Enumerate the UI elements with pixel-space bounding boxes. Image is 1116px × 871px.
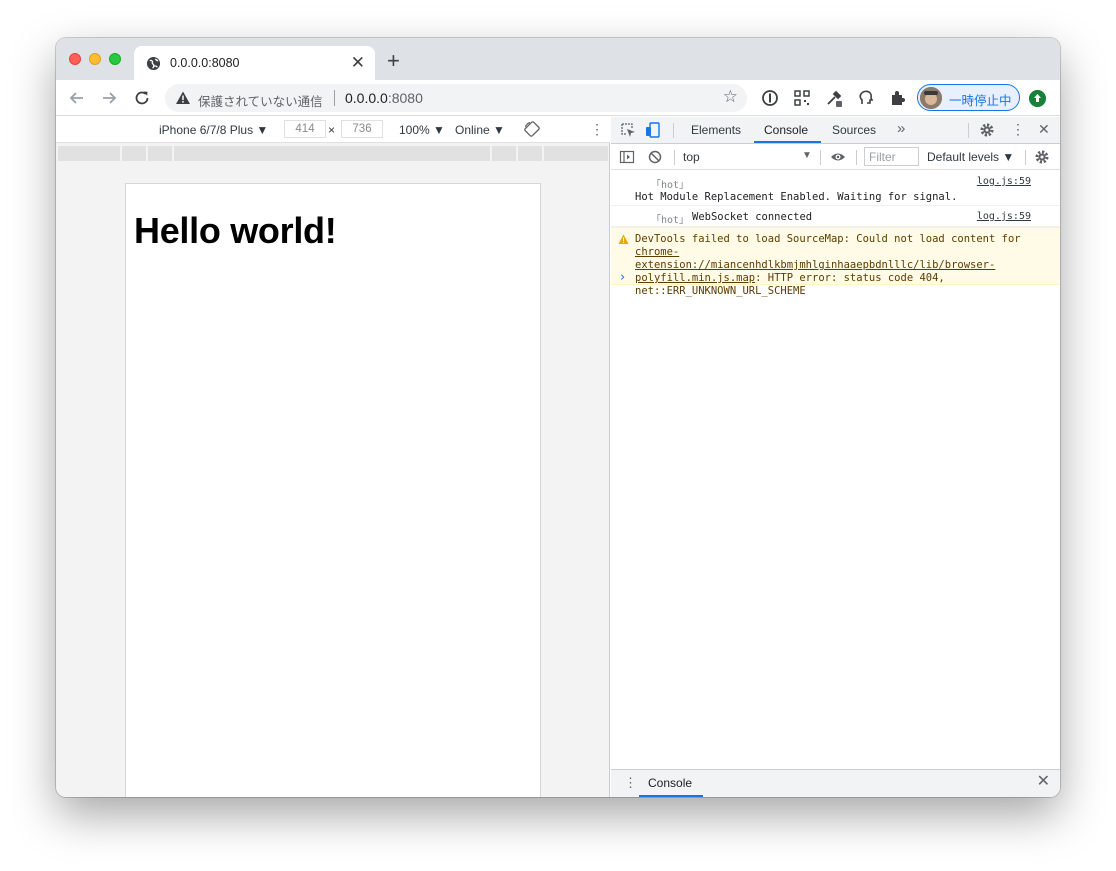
tab-close-icon[interactable]: ✕ [351,54,365,71]
browser-toolbar: 保護されていない通信 0.0.0.0:8080 ☆ 一時停止中 [56,80,1060,116]
extensions-puzzle-icon[interactable] [888,88,908,108]
ruler-divider [490,146,492,161]
emulated-page: Hello world! [125,183,541,797]
throttling-select[interactable]: Online ▼ [455,123,505,137]
message-tag: ｢hot｣ [656,215,685,226]
browser-window: 0.0.0.0:8080 ✕ + 保護されていない通信 0.0.0.0:8080… [56,38,1060,797]
maximize-window-button[interactable] [109,53,121,65]
message-text: Hot Module Replacement Enabled. Waiting … [635,191,958,203]
bookmark-star-icon[interactable]: ☆ [723,87,738,107]
device-select[interactable]: iPhone 6/7/8 Plus ▼ [159,123,268,137]
sidebar-toggle-icon[interactable] [619,149,635,165]
context-select[interactable]: top [683,150,700,164]
reload-button[interactable] [132,88,152,108]
close-drawer-icon[interactable]: ✕ [1037,774,1050,790]
omnibox-divider [334,90,335,106]
message-tag: ｢hot｣ [656,180,685,191]
back-button[interactable] [67,88,87,108]
device-width-input[interactable]: 414 [284,120,326,138]
devtools-tab-bar: Elements Console Sources » ⋮ ✕ [611,117,1060,144]
tab-sources[interactable]: Sources [832,123,876,137]
rotate-icon[interactable] [524,121,540,137]
device-more-options-icon[interactable]: ⋮ [590,121,604,137]
close-window-button[interactable] [69,53,81,65]
security-label[interactable]: 保護されていない通信 [198,91,323,110]
more-tabs-button[interactable]: » [897,120,905,137]
page-heading: Hello world! [134,210,337,251]
toolbar-divider [1025,150,1026,165]
minimize-window-button[interactable] [89,53,101,65]
ruler-divider [542,146,544,161]
toolbar-divider [820,150,821,165]
profile-button[interactable]: 一時停止中 [917,84,1020,111]
warning-text-part1: DevTools failed to load SourceMap: Could… [635,233,1021,245]
url-text[interactable]: 0.0.0.0:8080 [345,90,423,106]
qr-code-icon[interactable] [792,88,812,108]
globe-icon [146,56,161,71]
inspect-element-icon[interactable] [620,122,636,138]
log-levels-select[interactable]: Default levels ▼ [927,150,1014,164]
tab-strip: 0.0.0.0:8080 ✕ + [56,38,1060,80]
eyedropper-icon[interactable] [824,88,844,108]
source-link[interactable]: log.js:59 [977,211,1031,222]
live-expression-eye-icon[interactable] [830,149,846,165]
console-toolbar: top ▼ Filter Default levels ▼ [611,144,1060,170]
toolbar-divider [673,123,674,138]
media-query-ruler[interactable] [58,146,608,161]
address-bar[interactable]: 保護されていない通信 0.0.0.0:8080 ☆ [165,84,747,112]
active-tab-indicator [754,141,821,143]
device-emulation-pane: iPhone 6/7/8 Plus ▼ 414 × 736 100% ▼ Onl… [56,117,610,797]
ruler-divider [120,146,122,161]
customize-menu-icon[interactable]: ⋮ [1011,121,1025,138]
console-message: ｢hot｣ WebSocket connected log.js:59 [611,206,1060,227]
device-toolbar: iPhone 6/7/8 Plus ▼ 414 × 736 100% ▼ Onl… [56,117,610,143]
tab-elements[interactable]: Elements [691,123,741,137]
filter-input[interactable]: Filter [864,147,919,166]
source-link[interactable]: log.js:59 [977,176,1031,187]
device-height-input[interactable]: 736 [341,120,383,138]
warning-icon [618,234,629,244]
tab-title: 0.0.0.0:8080 [170,56,240,70]
clear-console-icon[interactable] [647,149,663,165]
toolbar-divider [856,150,857,165]
profile-status-label: 一時停止中 [949,94,1012,108]
message-text: WebSocket connected [692,211,813,223]
devtools-panel: Elements Console Sources » ⋮ ✕ top ▼ Fil… [611,117,1060,797]
url-port: :8080 [387,90,423,106]
tab-console[interactable]: Console [764,123,808,137]
warning-icon[interactable] [175,90,191,106]
zoom-select[interactable]: 100% ▼ [399,123,445,137]
settings-gear-icon[interactable] [979,122,995,138]
console-messages: ｢hot｣ log.js:59 Hot Module Replacement E… [611,171,1060,297]
active-drawer-tab-indicator [639,795,703,797]
drawer-menu-icon[interactable]: ⋮ [624,776,637,790]
console-settings-gear-icon[interactable] [1034,149,1050,165]
console-warning: DevTools failed to load SourceMap: Could… [611,227,1060,297]
url-host: 0.0.0.0 [345,90,388,106]
device-toggle-icon[interactable] [645,122,661,138]
ruler-divider [146,146,148,161]
toolbar-divider [968,123,969,138]
drawer-tab-console[interactable]: Console [648,776,692,790]
extension-head-icon[interactable] [856,88,876,108]
browser-tab[interactable]: 0.0.0.0:8080 ✕ [134,46,375,80]
console-prompt[interactable]: › [620,270,625,285]
chevron-down-icon[interactable]: ▼ [802,150,812,161]
extension-1password-icon[interactable] [760,88,780,108]
forward-button[interactable] [99,88,119,108]
ruler-divider [172,146,174,161]
devtools-drawer: ⋮ Console ✕ [611,769,1060,797]
toolbar-divider [674,150,675,165]
new-tab-button[interactable]: + [387,50,400,72]
warning-text: DevTools failed to load SourceMap: Could… [635,233,1035,298]
console-message: ｢hot｣ log.js:59 Hot Module Replacement E… [611,171,1060,206]
update-available-icon[interactable] [1029,90,1046,107]
close-devtools-icon[interactable]: ✕ [1038,121,1050,138]
ruler-divider [516,146,518,161]
dimension-separator: × [328,123,336,137]
avatar [920,87,942,109]
